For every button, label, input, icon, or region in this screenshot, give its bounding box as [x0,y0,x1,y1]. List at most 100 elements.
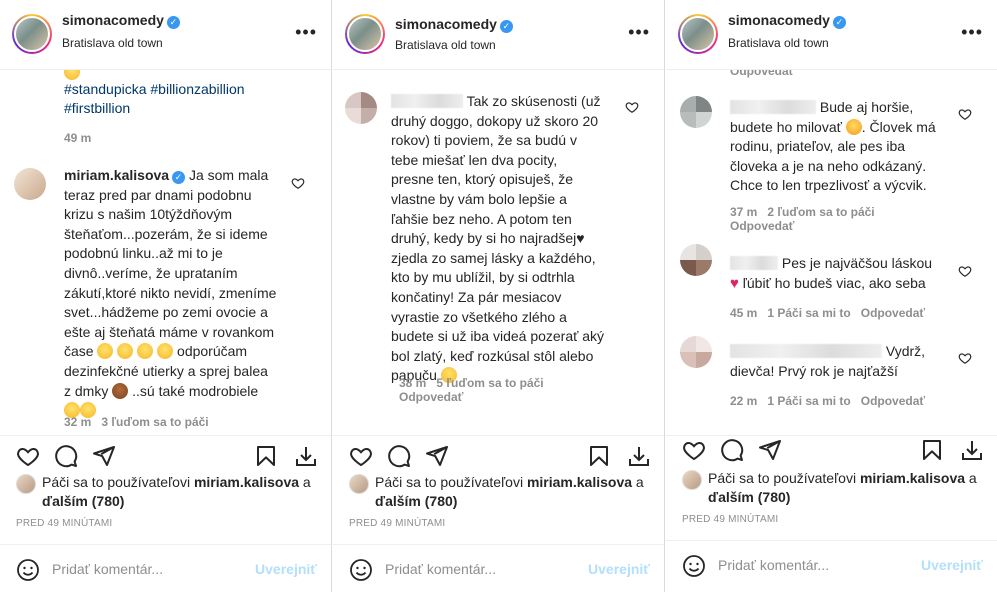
comment-likes[interactable]: 1 Páči sa mi to [767,394,850,408]
like-comment-heart-icon[interactable] [291,176,305,190]
profile-avatar[interactable] [12,14,52,54]
more-options-icon[interactable]: ••• [295,22,317,43]
liker-username[interactable]: miriam.kalisova [860,470,965,486]
comment-avatar[interactable] [680,336,712,368]
like-heart-icon[interactable] [349,444,373,468]
download-icon[interactable] [627,444,651,468]
likes-count[interactable]: ďalším (780) [708,489,790,505]
share-paper-plane-icon[interactable] [425,444,449,468]
verified-badge-icon: ✓ [832,16,846,29]
comments-scroll[interactable]: #standupicka #billionzabillion #firstbil… [0,70,331,435]
red-heart-icon: ♥ [730,274,739,292]
save-bookmark-icon[interactable] [254,444,278,468]
action-bar [333,435,664,475]
comment-bubble-icon[interactable] [54,444,78,468]
comment-avatar[interactable] [14,168,46,200]
comment-meta: 37 m2 ľuďom sa to páči [730,205,875,219]
laughing-emoji-icon [137,343,154,360]
like-heart-icon[interactable] [16,444,40,468]
post-username[interactable]: simonacomedy ✓ [62,12,180,29]
comment-likes[interactable]: 3 ľuďom sa to páči [101,415,208,429]
laughing-emoji-icon [97,343,114,360]
reply-button[interactable]: Odpovedať [730,219,794,233]
reply-button[interactable]: Odpovedať [399,390,463,404]
post-comment-button[interactable]: Uverejniť [255,561,317,577]
laughing-emoji-icon [64,70,80,80]
emoji-smiley-icon[interactable] [349,558,373,582]
save-bookmark-icon[interactable] [587,444,611,468]
blurred-username[interactable] [730,344,882,358]
add-comment-input[interactable]: Pridať komentár... [385,561,496,577]
comment-likes[interactable]: 2 ľuďom sa to páči [767,205,874,219]
post-comment-button[interactable]: Uverejniť [588,561,650,577]
like-comment-heart-icon[interactable] [958,351,972,365]
comment-likes[interactable]: 5 ľuďom sa to páči [436,376,543,390]
liker-avatar[interactable] [16,474,36,494]
likes-count[interactable]: ďalším (780) [375,493,457,509]
comment-meta: 38 m5 ľuďom sa to páči [399,376,544,390]
reply-button[interactable]: Odpovedať [861,306,925,320]
verified-badge-icon: ✓ [166,16,180,29]
add-comment-input[interactable]: Pridať komentár... [52,561,163,577]
download-icon[interactable] [960,438,984,462]
comment-text: miriam.kalisova ✓ Ja som mala teraz pred … [64,166,284,421]
comment-username[interactable]: miriam.kalisova [64,167,169,183]
black-heart-icon: ♥ [576,230,585,247]
liker-avatar[interactable] [682,470,702,490]
comment-text: Bude aj horšie, budete ho milovať . Člov… [730,99,936,194]
reply-button[interactable]: Odpovedať [730,70,794,78]
post-comment-button[interactable]: Uverejniť [921,557,983,573]
more-options-icon[interactable]: ••• [961,22,983,43]
add-comment-input[interactable]: Pridať komentár... [718,557,829,573]
post-panel-2: simonacomedy ✓ Bratislava old town ••• Ta… [333,0,665,592]
like-comment-heart-icon[interactable] [625,100,639,114]
post-header: simonacomedy ✓ Bratislava old town ••• [666,0,997,70]
liker-username[interactable]: miriam.kalisova [527,474,632,490]
screenshot-row: simonacomedy ✓ Bratislava old town ••• #s… [0,0,997,592]
blurred-username[interactable] [391,94,463,108]
liker-avatar[interactable] [349,474,369,494]
emoji-smiley-icon[interactable] [682,554,706,578]
emoji-smiley-icon[interactable] [16,558,40,582]
comments-scroll[interactable]: Tak zo skúsenosti (už druhý doggo, dokop… [333,70,664,435]
comment-meta: 32 m3 ľuďom sa to páči [64,415,209,429]
profile-avatar[interactable] [345,14,385,54]
post-username[interactable]: simonacomedy ✓ [728,12,846,29]
more-options-icon[interactable]: ••• [628,22,650,43]
liker-username[interactable]: miriam.kalisova [194,474,299,490]
post-time-ago[interactable]: PRED 49 MINÚTAMI [682,514,778,525]
save-bookmark-icon[interactable] [920,438,944,462]
comment-bubble-icon[interactable] [387,444,411,468]
comment-avatar[interactable] [680,96,712,128]
reply-button[interactable]: Odpovedať [861,394,925,408]
blurred-username[interactable] [730,100,816,114]
post-header: simonacomedy ✓ Bratislava old town ••• [0,0,331,70]
see-no-evil-monkey-icon [112,382,129,399]
likes-count[interactable]: ďalším (780) [42,493,124,509]
post-username[interactable]: simonacomedy ✓ [395,16,513,33]
post-time-ago[interactable]: PRED 49 MINÚTAMI [16,518,112,529]
post-location[interactable]: Bratislava old town [395,38,496,52]
comment-meta: 45 m1 Páči sa mi to Odpovedať [730,306,926,320]
add-comment-bar: Pridať komentár... Uverejniť [666,540,997,588]
comments-scroll[interactable]: Odpovedať Bude aj horšie, budete ho milo… [666,70,997,435]
like-comment-heart-icon[interactable] [958,107,972,121]
blurred-username[interactable] [730,256,778,270]
like-heart-icon[interactable] [682,438,706,462]
comment-likes[interactable]: 1 Páči sa mi to [767,306,850,320]
comment-avatar[interactable] [680,244,712,276]
post-time-ago[interactable]: PRED 49 MINÚTAMI [349,518,445,529]
download-icon[interactable] [294,444,318,468]
share-paper-plane-icon[interactable] [92,444,116,468]
laughing-emoji-icon [157,343,174,360]
comment-avatar[interactable] [345,92,377,124]
post-location[interactable]: Bratislava old town [728,36,829,50]
caption-hashtags[interactable]: #standupicka #billionzabillion #firstbil… [64,80,311,117]
profile-avatar[interactable] [678,14,718,54]
post-location[interactable]: Bratislava old town [62,36,163,50]
action-bar [0,435,331,475]
share-paper-plane-icon[interactable] [758,438,782,462]
post-panel-3: simonacomedy ✓ Bratislava old town ••• Od… [666,0,997,592]
like-comment-heart-icon[interactable] [958,264,972,278]
comment-bubble-icon[interactable] [720,438,744,462]
